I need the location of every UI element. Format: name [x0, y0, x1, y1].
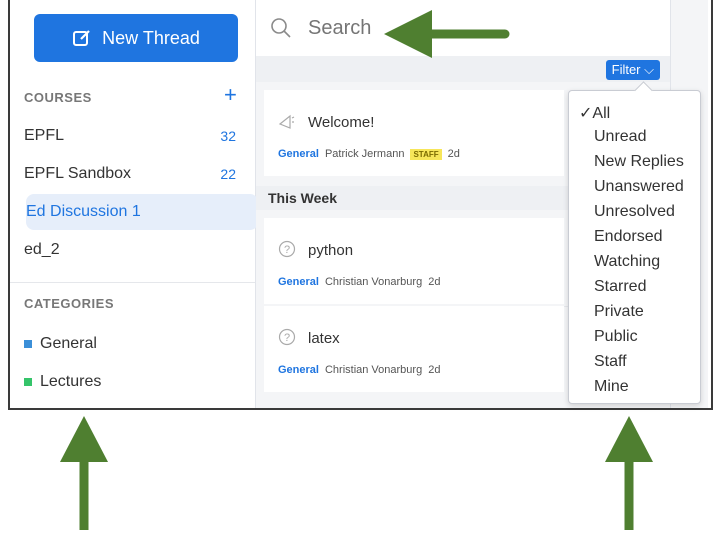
thread-item-welcome[interactable]: Welcome! General Patrick Jermann STAFF 2…: [264, 90, 564, 176]
courses-heading: COURSES: [24, 90, 92, 105]
category-label: Lectures: [40, 373, 102, 390]
search-icon: [271, 18, 291, 38]
svg-text:?: ?: [284, 244, 290, 256]
thread-category: General: [278, 364, 319, 376]
announcement-icon: [278, 112, 296, 130]
thread-age: 2d: [428, 364, 441, 376]
thread-age: 2d: [447, 148, 460, 160]
course-label: ed_2: [24, 241, 60, 258]
thread-meta: General Christian Vonarburg 2d: [278, 276, 440, 288]
filter-button[interactable]: Filter ⌵: [605, 60, 660, 80]
sidebar-divider: [10, 282, 255, 283]
filter-option-endorsed[interactable]: Endorsed: [569, 228, 698, 246]
course-count: 22: [220, 166, 236, 182]
thread-title: latex: [308, 330, 340, 347]
course-label: EPFL: [24, 127, 65, 144]
add-course-icon[interactable]: +: [224, 84, 237, 106]
thread-item-latex[interactable]: ? latex General Christian Vonarburg 2d: [264, 306, 564, 392]
new-thread-label: New Thread: [102, 27, 200, 48]
filter-option-starred[interactable]: Starred: [569, 278, 698, 296]
staff-badge: STAFF: [410, 148, 442, 160]
thread-author: Christian Vonarburg: [324, 276, 423, 288]
thread-title: Welcome!: [308, 114, 375, 131]
chevron-down-icon: ⌵: [644, 62, 654, 77]
filter-option-mine[interactable]: Mine: [569, 378, 698, 396]
category-item-general[interactable]: General: [24, 335, 97, 353]
course-label: EPFL Sandbox: [24, 165, 132, 182]
sidebar: New Thread COURSES + EPFL 32 EPFL Sandbo…: [10, 0, 258, 408]
thread-category: General: [278, 276, 319, 288]
course-item-ed-discussion-1[interactable]: Ed Discussion 1: [26, 194, 258, 230]
new-thread-button[interactable]: New Thread: [34, 14, 238, 62]
thread-author: Christian Vonarburg: [324, 364, 423, 376]
filter-option-staff[interactable]: Staff: [569, 353, 698, 371]
filter-option-unanswered[interactable]: Unanswered: [569, 178, 698, 196]
filter-dropdown: ✓All Unread New Replies Unanswered Unres…: [568, 81, 701, 404]
filter-bar: Filter ⌵: [256, 56, 670, 82]
category-label: General: [40, 335, 97, 352]
category-color-swatch: [24, 340, 32, 348]
svg-text:?: ?: [284, 332, 290, 344]
filter-option-private[interactable]: Private: [569, 303, 698, 321]
filter-option-unread[interactable]: Unread: [569, 128, 698, 146]
filter-label: Filter: [611, 62, 641, 77]
arrow-up-icon: [605, 416, 653, 530]
filter-option-watching[interactable]: Watching: [569, 253, 698, 271]
search-bar[interactable]: [256, 0, 670, 57]
course-label: Ed Discussion 1: [26, 203, 141, 220]
filter-option-public[interactable]: Public: [569, 328, 698, 346]
compose-icon: [73, 30, 90, 46]
search-input[interactable]: [306, 15, 510, 41]
question-icon: ?: [278, 240, 296, 258]
category-item-lectures[interactable]: Lectures: [24, 373, 101, 391]
thread-meta: General Patrick Jermann STAFF 2d: [278, 148, 460, 160]
filter-option-new-replies[interactable]: New Replies: [569, 153, 698, 171]
question-icon: ?: [278, 328, 296, 346]
thread-author: Patrick Jermann: [324, 148, 405, 160]
course-item-ed-2[interactable]: ed_2: [24, 232, 242, 268]
arrow-up-icon: [60, 416, 108, 530]
filter-option-all[interactable]: ✓All: [569, 103, 698, 123]
course-count: 32: [220, 128, 236, 144]
thread-category: General: [278, 148, 319, 160]
thread-item-python[interactable]: ? python General Christian Vonarburg 2d: [264, 218, 564, 304]
thread-age: 2d: [428, 276, 441, 288]
thread-title: python: [308, 242, 354, 259]
thread-meta: General Christian Vonarburg 2d: [278, 364, 440, 376]
category-color-swatch: [24, 378, 32, 386]
course-item-epfl-sandbox[interactable]: EPFL Sandbox 22: [24, 156, 242, 192]
filter-option-unresolved[interactable]: Unresolved: [569, 203, 698, 221]
checkmark-icon: ✓: [579, 105, 593, 122]
categories-heading: CATEGORIES: [24, 296, 114, 311]
course-item-epfl[interactable]: EPFL 32: [24, 118, 242, 154]
